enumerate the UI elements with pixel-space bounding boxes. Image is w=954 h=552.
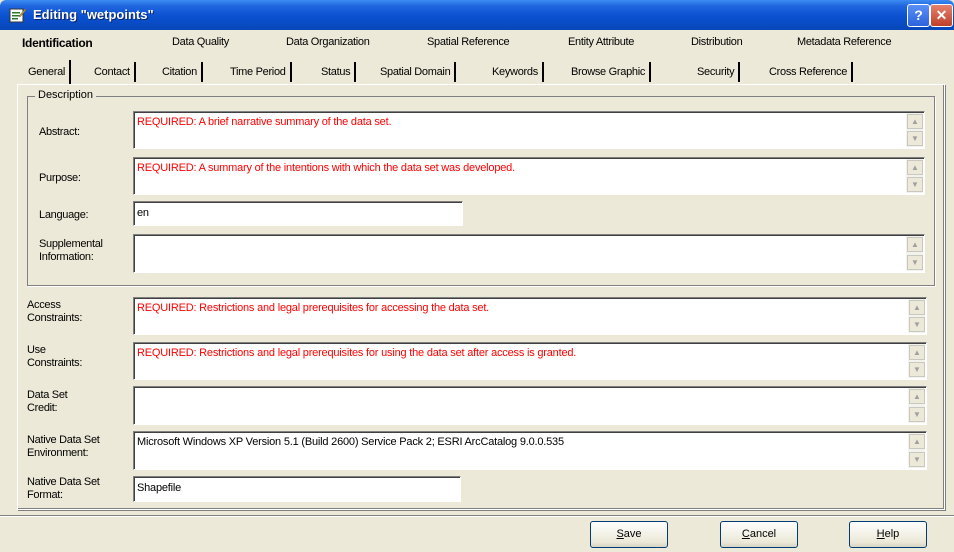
native-environment-value: Microsoft Windows XP Version 5.1 (Build …: [137, 436, 564, 448]
data-set-credit-label-line2: Credit:: [27, 402, 58, 414]
language-label: Language:: [39, 209, 89, 221]
subtab-spatial-domain[interactable]: Spatial Domain: [376, 62, 457, 82]
native-format-label-line1: Native Data Set: [27, 476, 100, 488]
metadata-editor-icon: [9, 8, 26, 23]
chevron-up-icon[interactable]: ▲: [909, 434, 925, 449]
save-button[interactable]: Save: [590, 521, 668, 548]
supplemental-label-line1: Supplemental: [39, 238, 103, 250]
chevron-down-icon[interactable]: ▼: [907, 131, 923, 146]
chevron-up-icon[interactable]: ▲: [909, 389, 925, 404]
access-constraints-label-line2: Constraints:: [27, 312, 83, 324]
button-separator: [0, 515, 954, 517]
subtab-status[interactable]: Status: [317, 62, 357, 82]
chevron-down-icon[interactable]: ▼: [907, 177, 923, 192]
subtab-time-period[interactable]: Time Period: [226, 62, 292, 82]
purpose-scrollbar[interactable]: ▲ ▼: [906, 159, 923, 193]
cancel-mnemonic: C: [741, 528, 750, 540]
chevron-down-icon[interactable]: ▼: [909, 407, 925, 422]
subtab-contact[interactable]: Contact: [90, 62, 136, 82]
tab-entity-attribute[interactable]: Entity Attribute: [568, 36, 634, 48]
main-tab-strip: Identification Data Quality Data Organiz…: [0, 36, 954, 53]
subtab-cross-reference[interactable]: Cross Reference: [765, 62, 854, 82]
native-environment-field[interactable]: Microsoft Windows XP Version 5.1 (Build …: [133, 431, 927, 470]
native-environment-scrollbar[interactable]: ▲ ▼: [908, 433, 925, 468]
subtab-citation[interactable]: Citation: [158, 62, 203, 82]
help-label-rest: elp: [884, 528, 900, 540]
chevron-down-icon[interactable]: ▼: [907, 255, 923, 270]
save-mnemonic: S: [616, 528, 624, 540]
supplemental-scrollbar[interactable]: ▲ ▼: [906, 236, 923, 271]
native-environment-label-line2: Environment:: [27, 447, 89, 459]
supplemental-label-line2: Information:: [39, 251, 94, 263]
tab-data-quality[interactable]: Data Quality: [172, 36, 229, 48]
chevron-up-icon[interactable]: ▲: [907, 237, 923, 252]
subtab-browse-graphic[interactable]: Browse Graphic: [567, 62, 652, 82]
data-set-credit-field[interactable]: ▲ ▼: [133, 386, 927, 425]
purpose-label: Purpose:: [39, 172, 81, 184]
chevron-up-icon[interactable]: ▲: [907, 114, 923, 129]
abstract-scrollbar[interactable]: ▲ ▼: [906, 113, 923, 147]
save-label-rest: ave: [623, 528, 642, 540]
tab-data-organization[interactable]: Data Organization: [286, 36, 370, 48]
chevron-up-icon[interactable]: ▲: [907, 160, 923, 175]
tab-spatial-reference[interactable]: Spatial Reference: [427, 36, 510, 48]
subtab-security[interactable]: Security: [693, 62, 741, 82]
supplemental-info-field[interactable]: ▲ ▼: [133, 234, 925, 273]
chevron-down-icon[interactable]: ▼: [909, 362, 925, 377]
subtab-general[interactable]: General: [24, 60, 72, 84]
use-constraints-field[interactable]: REQUIRED: Restrictions and legal prerequ…: [133, 342, 927, 380]
data-set-credit-scrollbar[interactable]: ▲ ▼: [908, 388, 925, 423]
use-constraints-label-line1: Use: [27, 344, 46, 356]
tab-metadata-reference[interactable]: Metadata Reference: [797, 36, 892, 48]
cancel-button[interactable]: Cancel: [720, 521, 798, 548]
chevron-down-icon[interactable]: ▼: [909, 317, 925, 332]
use-constraints-scrollbar[interactable]: ▲ ▼: [908, 344, 925, 378]
chevron-up-icon[interactable]: ▲: [909, 300, 925, 315]
help-mnemonic: H: [876, 528, 885, 540]
abstract-field[interactable]: REQUIRED: A brief narrative summary of t…: [133, 111, 925, 149]
cancel-label-rest: ancel: [749, 528, 777, 540]
native-format-label-line2: Format:: [27, 489, 63, 501]
language-field[interactable]: en: [133, 201, 463, 226]
access-constraints-scrollbar[interactable]: ▲ ▼: [908, 299, 925, 333]
access-constraints-value: REQUIRED: Restrictions and legal prerequ…: [137, 302, 490, 314]
data-set-credit-label-line1: Data Set: [27, 389, 68, 401]
question-icon[interactable]: ?: [907, 4, 930, 27]
close-icon[interactable]: ✕: [930, 4, 953, 27]
title-bar[interactable]: Editing "wetpoints" ? ✕: [0, 0, 954, 30]
tab-identification[interactable]: Identification: [22, 36, 93, 50]
access-constraints-field[interactable]: REQUIRED: Restrictions and legal prerequ…: [133, 297, 927, 335]
purpose-value: REQUIRED: A summary of the intentions wi…: [137, 162, 515, 174]
tab-distribution[interactable]: Distribution: [691, 36, 743, 48]
window-title: Editing "wetpoints": [33, 7, 154, 22]
native-format-field[interactable]: Shapefile: [133, 476, 461, 502]
purpose-field[interactable]: REQUIRED: A summary of the intentions wi…: [133, 157, 925, 195]
native-environment-label-line1: Native Data Set: [27, 434, 100, 446]
subtab-keywords[interactable]: Keywords: [488, 62, 544, 82]
abstract-value: REQUIRED: A brief narrative summary of t…: [137, 116, 392, 128]
native-format-value: Shapefile: [137, 482, 182, 494]
access-constraints-label-line1: Access: [27, 299, 61, 311]
chevron-down-icon[interactable]: ▼: [909, 452, 925, 467]
use-constraints-label-line2: Constraints:: [27, 357, 83, 369]
description-legend: Description: [35, 89, 97, 101]
help-button[interactable]: Help: [849, 521, 927, 548]
language-value: en: [137, 207, 149, 219]
use-constraints-value: REQUIRED: Restrictions and legal prerequ…: [137, 347, 577, 359]
abstract-label: Abstract:: [39, 126, 80, 138]
chevron-up-icon[interactable]: ▲: [909, 345, 925, 360]
